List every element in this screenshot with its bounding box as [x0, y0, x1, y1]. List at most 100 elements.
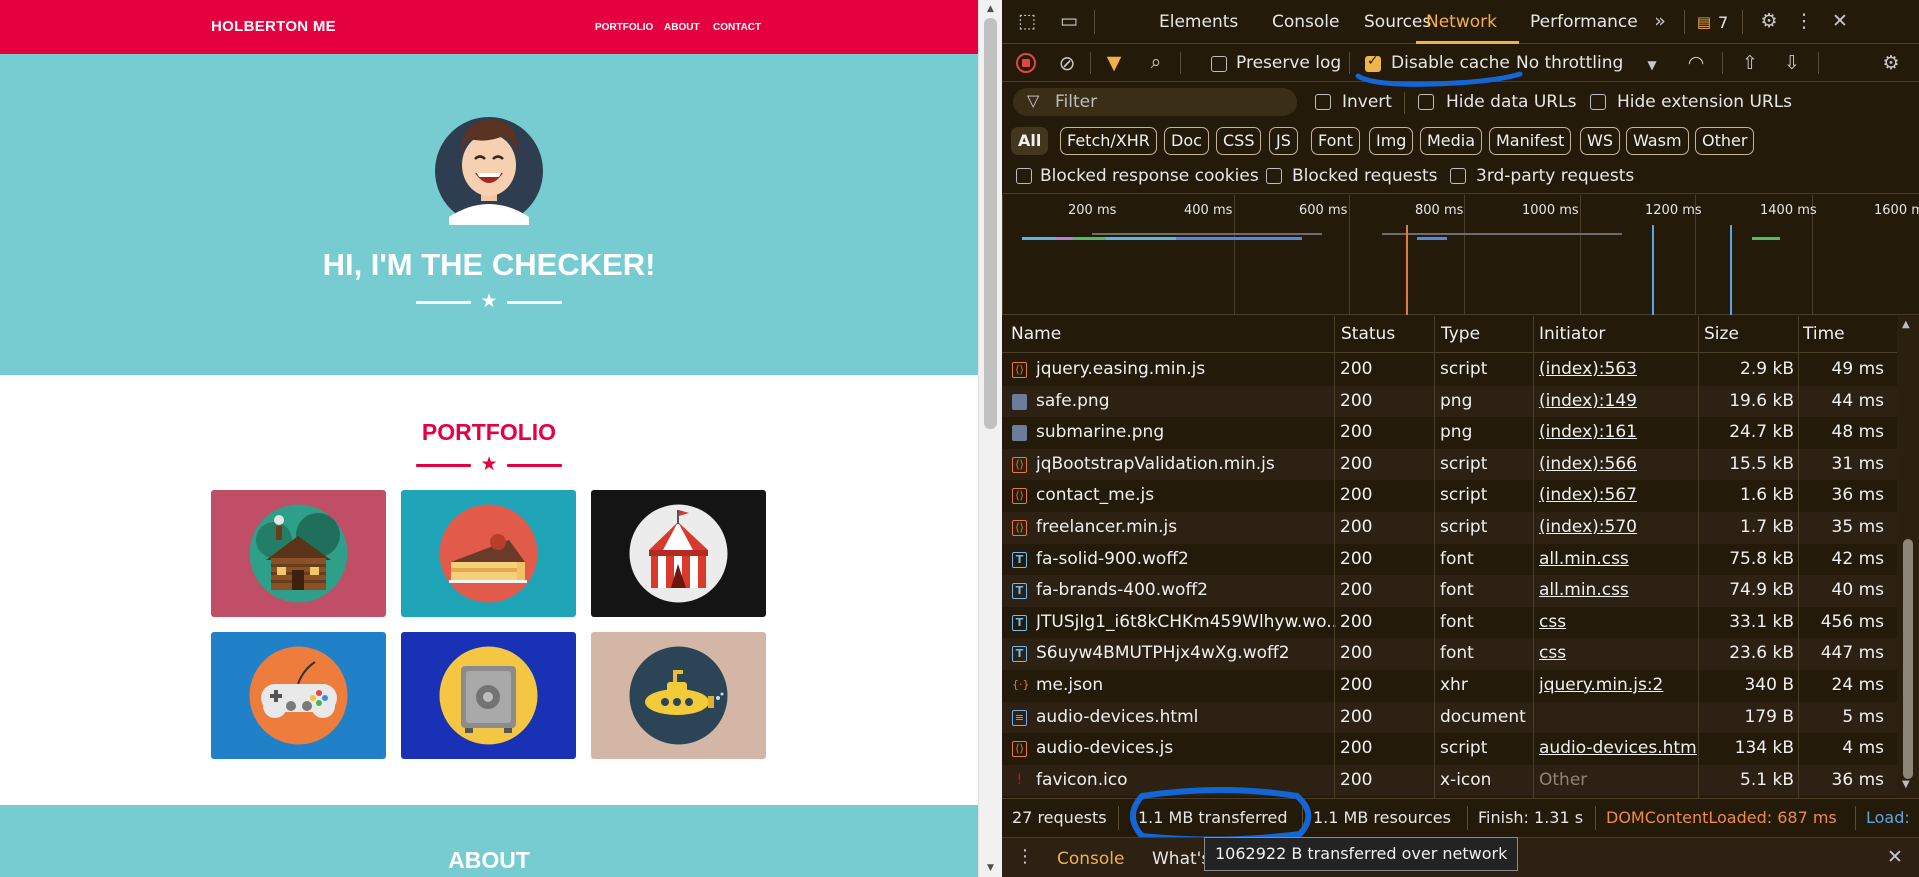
chevron-down-icon[interactable]: ▼	[1642, 54, 1662, 76]
request-initiator[interactable]: (index):567	[1539, 485, 1697, 505]
drawer-menu-icon[interactable]: ⋮	[1016, 846, 1034, 868]
scroll-down-arrow-icon[interactable]: ▼	[1902, 779, 1910, 790]
third-party-requests-checkbox[interactable]	[1450, 168, 1466, 184]
request-name: JTUSjIg1_i6t8kCHKm459Wlhyw.wo...	[1036, 611, 1336, 632]
table-scrollbar-thumb[interactable]	[1903, 539, 1913, 779]
table-row[interactable]: ≡ audio-devices.html 200 document 179 B 5 ms	[1002, 701, 1897, 734]
nav-link-about[interactable]: ABOUT	[664, 22, 700, 33]
table-row[interactable]: ⟨⟩ jquery.easing.min.js 200 script (index):5…	[1002, 354, 1897, 386]
tab-console[interactable]: Console	[1272, 12, 1340, 32]
table-row[interactable]: {·} me.json 200 xhr jquery.min.js:2 340 B 24 m…	[1002, 670, 1897, 702]
request-initiator[interactable]: audio-devices.html:5	[1539, 738, 1697, 758]
filter-type-all[interactable]: All	[1011, 127, 1049, 155]
close-drawer-icon[interactable]: ✕	[1884, 846, 1906, 868]
issues-count[interactable]: 7	[1718, 13, 1728, 32]
nav-link-contact[interactable]: CONTACT	[713, 22, 761, 33]
request-initiator[interactable]: all.min.css	[1539, 549, 1697, 569]
column-header-initiator[interactable]: Initiator	[1539, 324, 1605, 344]
portfolio-item-circus[interactable]	[591, 490, 766, 617]
column-header-size[interactable]: Size	[1704, 324, 1739, 344]
page-scrollbar-thumb[interactable]	[984, 18, 997, 429]
throttling-select[interactable]: No throttling	[1516, 53, 1623, 73]
tab-network[interactable]: Network	[1426, 12, 1497, 32]
table-scrollbar[interactable]: ▲ ▼	[1897, 316, 1919, 798]
network-conditions-wifi-icon[interactable]: ◠	[1683, 52, 1709, 74]
request-initiator[interactable]: (index):161	[1539, 422, 1697, 442]
device-toolbar-icon[interactable]: ▭	[1057, 10, 1081, 32]
portfolio-item-safe[interactable]	[401, 632, 576, 759]
site-brand[interactable]: HOLBERTON ME	[211, 18, 336, 35]
invert-checkbox[interactable]	[1315, 94, 1331, 110]
preserve-log-checkbox[interactable]	[1211, 56, 1227, 72]
request-initiator[interactable]: (index):563	[1539, 359, 1697, 379]
scroll-up-arrow-icon[interactable]: ▲	[1902, 319, 1910, 330]
scroll-up-arrow-icon[interactable]: ▲	[979, 0, 1002, 18]
request-initiator[interactable]: (index):570	[1539, 517, 1697, 537]
request-initiator[interactable]: all.min.css	[1539, 580, 1697, 600]
request-initiator[interactable]: css	[1539, 643, 1697, 663]
blocked-requests-checkbox[interactable]	[1266, 168, 1282, 184]
column-header-type[interactable]: Type	[1441, 324, 1480, 344]
settings-gear-icon[interactable]: ⚙	[1757, 10, 1781, 32]
drawer-tab-whats-new[interactable]: What's	[1152, 849, 1210, 869]
table-row[interactable]: T JTUSjIg1_i6t8kCHKm459Wlhyw.wo... 200 font…	[1002, 607, 1897, 639]
filter-type-fetch-xhr[interactable]: Fetch/XHR	[1060, 127, 1157, 155]
table-row[interactable]: T S6uyw4BMUTPHjx4wXg.woff2 200 font css 23.6 …	[1002, 638, 1897, 670]
filter-type-doc[interactable]: Doc	[1164, 127, 1209, 155]
filter-input[interactable]: ▽ Filter	[1013, 88, 1297, 116]
filter-type-font[interactable]: Font	[1311, 127, 1360, 155]
request-initiator[interactable]: (index):566	[1539, 454, 1697, 474]
table-row[interactable]: Tfa-solid-900.woff2 200 font all.min.css 75.…	[1002, 544, 1897, 576]
table-row[interactable]: submarine.png 200 png (index):161 24.7 kB 48 …	[1002, 417, 1897, 449]
column-header-time[interactable]: Time	[1803, 324, 1845, 344]
close-devtools-icon[interactable]: ✕	[1828, 10, 1852, 32]
tab-sources[interactable]: Sources	[1364, 12, 1431, 32]
filter-type-img[interactable]: Img	[1369, 127, 1414, 155]
request-type: xhr	[1440, 675, 1468, 695]
filter-type-wasm[interactable]: Wasm	[1626, 127, 1689, 155]
portfolio-item-cabin[interactable]	[211, 490, 386, 617]
filter-type-css[interactable]: CSS	[1216, 127, 1262, 155]
tab-performance[interactable]: Performance	[1530, 12, 1638, 32]
more-options-icon[interactable]: ⋮	[1792, 10, 1816, 32]
table-row[interactable]: ⟨⟩ jqBootstrapValidation.min.js 200 script (…	[1002, 448, 1897, 481]
column-header-name[interactable]: Name	[1011, 324, 1061, 344]
table-row[interactable]: safe.png 200 png (index):149 19.6 kB 44 ms	[1002, 385, 1897, 418]
page-scrollbar[interactable]: ▲ ▼	[978, 0, 1002, 877]
issues-icon[interactable]: ▤	[1694, 11, 1714, 33]
filter-type-js[interactable]: JS	[1269, 127, 1298, 155]
import-har-icon[interactable]: ⇧	[1739, 52, 1761, 74]
table-row[interactable]: Tfa-brands-400.woff2 200 font all.min.css 74…	[1002, 575, 1897, 607]
table-row[interactable]: ⟨⟩ freelancer.min.js 200 script (index):570 1…	[1002, 512, 1897, 544]
blocked-response-cookies-checkbox[interactable]	[1016, 168, 1032, 184]
filter-type-media[interactable]: Media	[1420, 127, 1483, 155]
drawer-tab-console[interactable]: Console	[1057, 849, 1125, 869]
filter-type-ws[interactable]: WS	[1580, 127, 1620, 155]
portfolio-item-submarine[interactable]	[591, 632, 766, 759]
table-row[interactable]: ⟨⟩ contact_me.js 200 script (index):567 1.6 k…	[1002, 480, 1897, 512]
clear-log-icon[interactable]: ⊘	[1056, 52, 1078, 74]
search-icon[interactable]: ⌕	[1145, 51, 1167, 73]
filter-type-manifest[interactable]: Manifest	[1489, 127, 1572, 155]
network-settings-gear-icon[interactable]: ⚙	[1879, 52, 1903, 74]
column-header-status[interactable]: Status	[1341, 324, 1395, 344]
table-row[interactable]: ⟨⟩ audio-devices.js 200 script audio-devices…	[1002, 733, 1897, 765]
tab-elements[interactable]: Elements	[1159, 12, 1238, 32]
nav-link-portfolio[interactable]: PORTFOLIO	[595, 22, 653, 33]
submarine-icon	[591, 632, 766, 759]
portfolio-item-cake[interactable]	[401, 490, 576, 617]
filter-funnel-icon[interactable]: ▼	[1103, 52, 1125, 74]
scroll-down-arrow-icon[interactable]: ▼	[979, 859, 1002, 877]
request-initiator[interactable]: css	[1539, 612, 1697, 632]
export-har-icon[interactable]: ⇩	[1781, 52, 1803, 74]
timeline-overview[interactable]: 200 ms 400 ms 600 ms 800 ms 1000 ms 1200…	[1002, 195, 1919, 315]
filter-type-other[interactable]: Other	[1695, 127, 1755, 155]
request-initiator[interactable]: jquery.min.js:2	[1539, 675, 1697, 695]
request-initiator[interactable]: (index):149	[1539, 391, 1697, 411]
record-stop-icon[interactable]	[1016, 53, 1036, 73]
more-tabs-chevron-icon[interactable]: »	[1649, 10, 1671, 32]
hide-extension-urls-checkbox[interactable]	[1590, 94, 1606, 110]
hide-data-urls-checkbox[interactable]	[1418, 94, 1434, 110]
inspect-element-icon[interactable]: ⬚	[1015, 10, 1039, 32]
portfolio-item-game[interactable]	[211, 632, 386, 759]
